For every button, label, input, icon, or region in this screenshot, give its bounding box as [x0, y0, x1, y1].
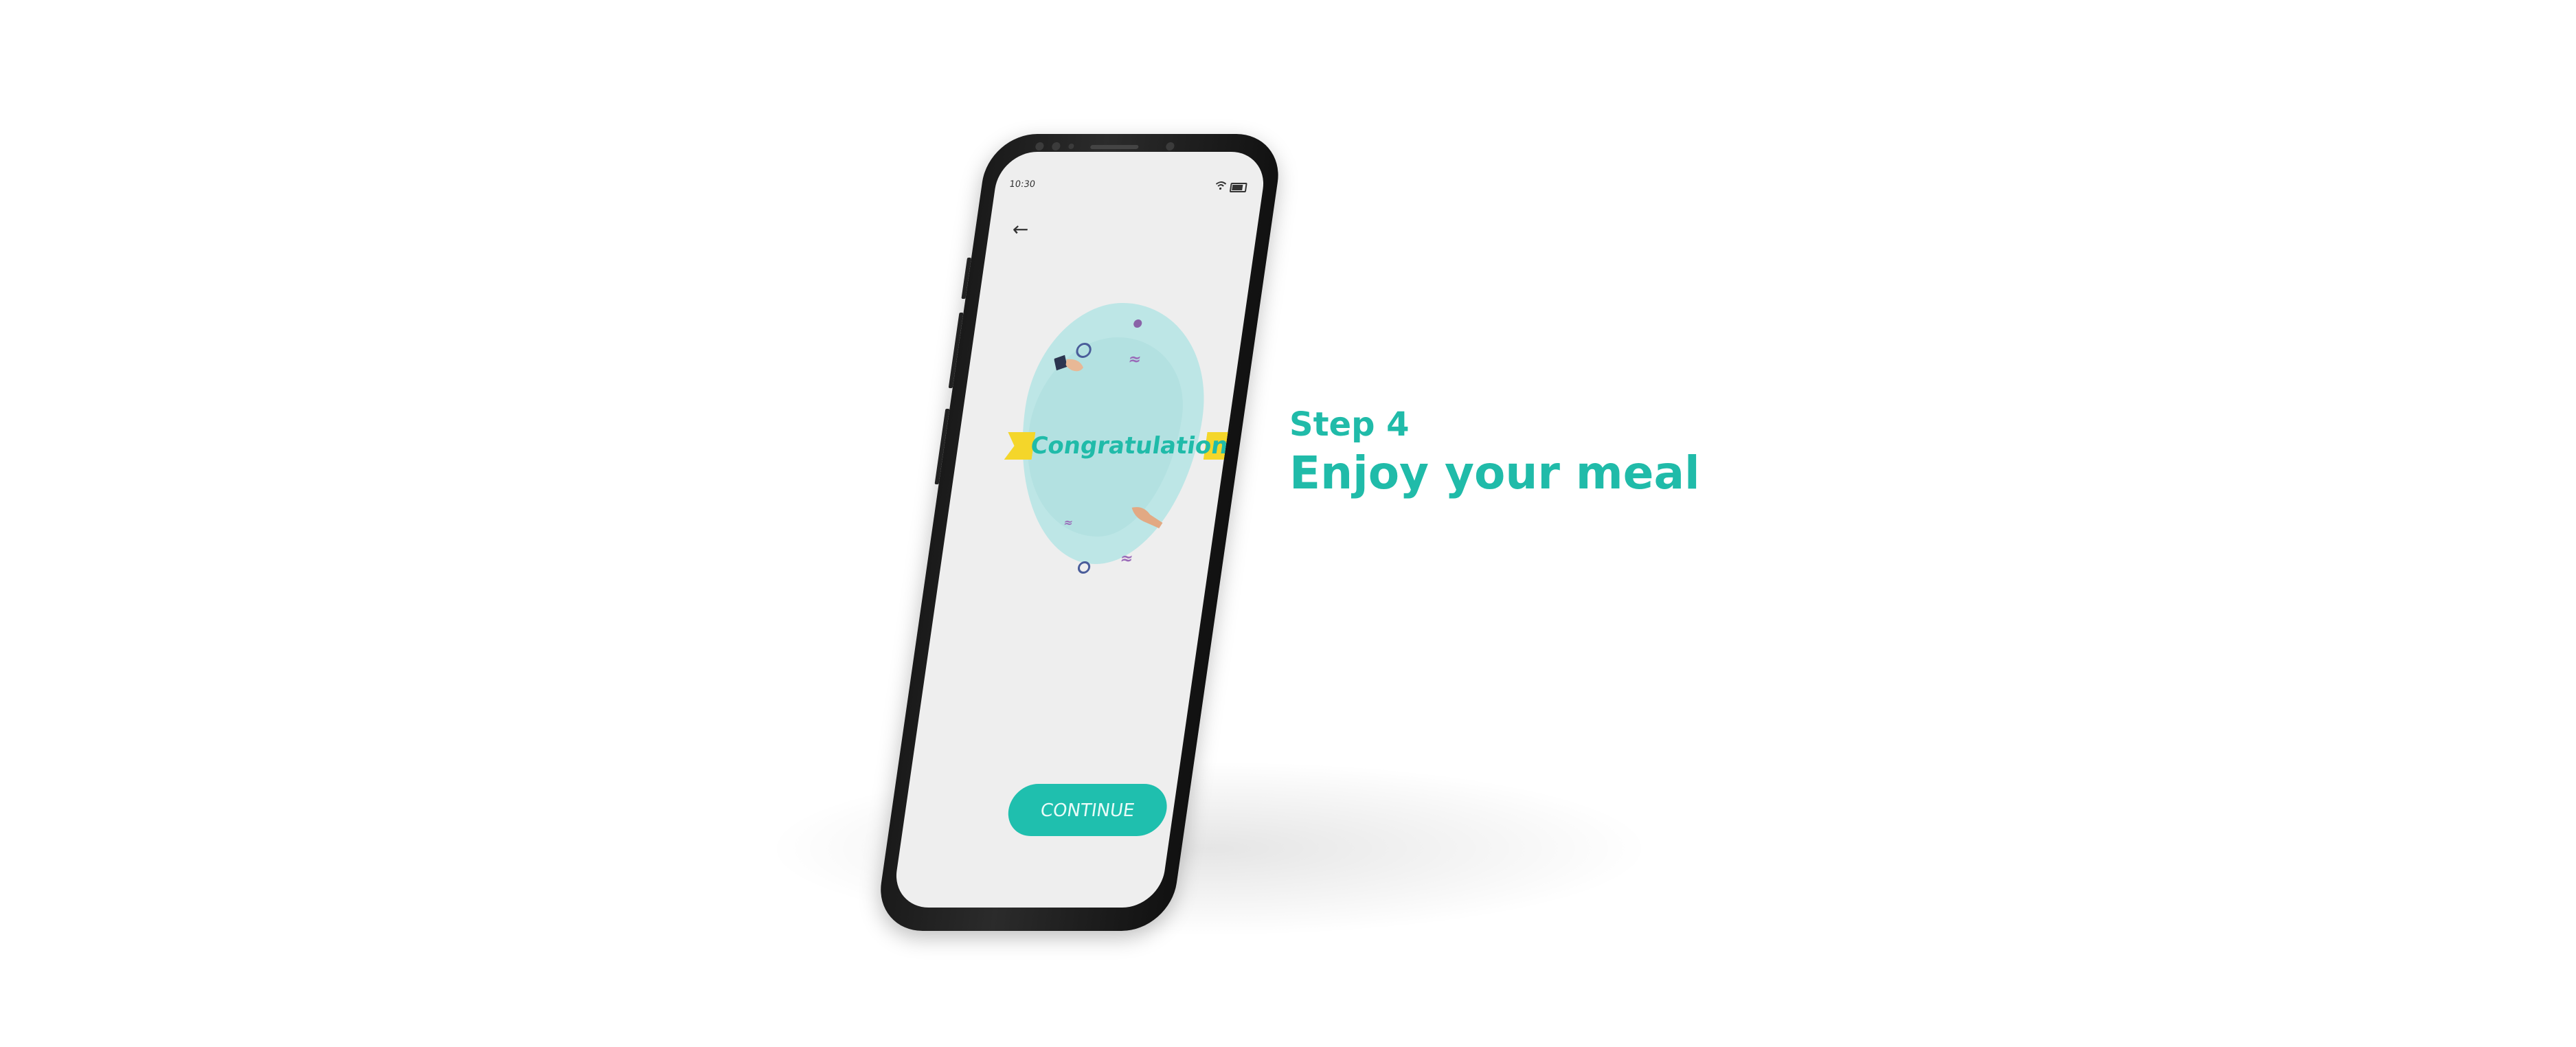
earpiece-speaker: [1089, 145, 1139, 149]
status-time: 10:30: [1008, 179, 1036, 190]
sensor-dot: [1165, 142, 1175, 150]
sensor-dot: [1035, 142, 1045, 150]
side-key: [934, 409, 950, 484]
congratulations-banner: Congratulations: [1028, 432, 1244, 460]
clapping-hand-icon: [1054, 354, 1084, 372]
continue-button[interactable]: CONTINUE: [1004, 784, 1171, 836]
front-camera: [1051, 142, 1061, 150]
wifi-icon: [1214, 181, 1228, 193]
confetti-squiggle-icon: ≈: [1063, 516, 1074, 529]
clapping-hand-icon: [1131, 507, 1163, 528]
sensor-dot: [1067, 144, 1074, 149]
battery-icon: [1229, 183, 1247, 192]
confetti-squiggle-icon: ≈: [1119, 550, 1135, 567]
congratulations-illustration: ≈ ≈ ≈ Congratulations: [980, 289, 1256, 578]
front-sensors: [1028, 139, 1208, 153]
step-title: Enjoy your meal: [1289, 447, 1700, 499]
step-label: Step 4: [1289, 405, 1410, 444]
volume-button-lower: [948, 313, 964, 388]
volume-button: [961, 258, 972, 299]
confetti-squiggle-icon: ≈: [1127, 351, 1142, 368]
battery-level: [1232, 185, 1243, 190]
status-icons: [1205, 181, 1247, 192]
confetti-ring-icon: [1076, 561, 1092, 574]
scene: 10:30 ← ≈ ≈ ≈ Congratulations CONTINUE S…: [0, 0, 2576, 1047]
back-arrow-icon[interactable]: ←: [1011, 218, 1030, 240]
